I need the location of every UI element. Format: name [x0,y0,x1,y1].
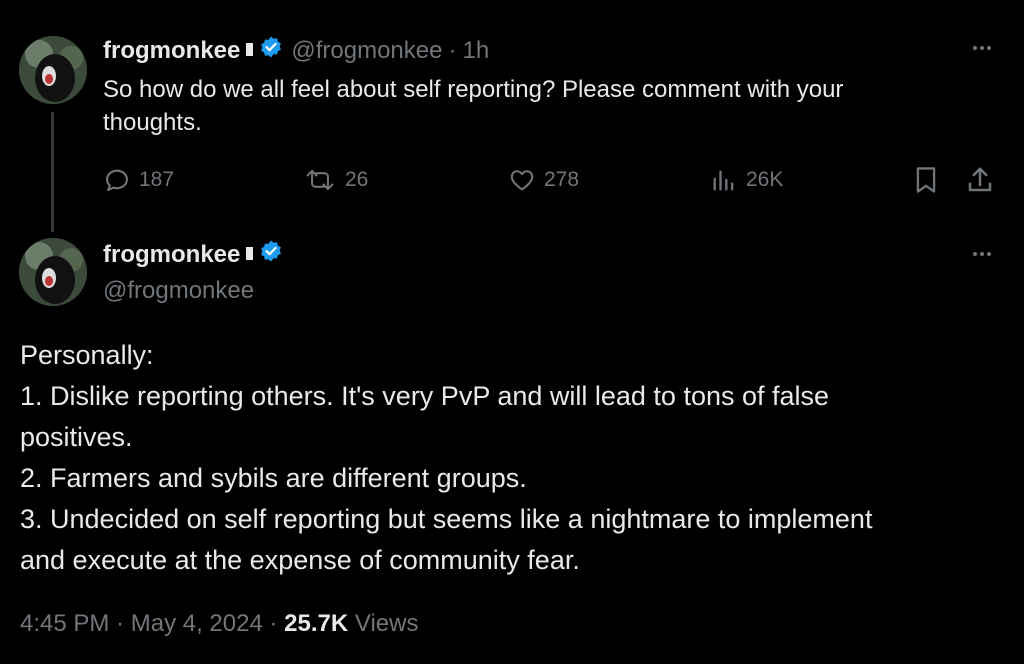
verified-badge-icon[interactable] [259,35,283,64]
tweet-text-line: Personally: [20,340,154,370]
parent-tweet-text: So how do we all feel about self reporti… [103,73,983,139]
separator-dot: · [269,610,278,637]
views-button[interactable]: 26K [710,166,783,194]
views-label: Views [354,610,419,637]
reply-icon [106,169,128,191]
retweet-button[interactable]: 26 [303,166,368,194]
bookmark-icon [916,167,936,193]
reply-tweet-text: Personally: 1. Dislike reporting others.… [20,335,1010,581]
avatar[interactable] [19,36,87,104]
parent-tweet-header: frogmonkee @frogmonkee · 1h [103,36,489,66]
like-icon [510,170,534,191]
display-name[interactable]: frogmonkee [103,37,240,65]
tweet-text-line: and execute at the expense of community … [20,545,580,575]
more-options-icon[interactable] [970,36,994,66]
like-count: 278 [544,168,580,191]
retweet-count: 26 [345,168,369,191]
square-emoji-icon [246,42,254,56]
like-button[interactable]: 278 [508,166,579,194]
reply-count: 187 [139,168,175,191]
views-total: 25.7K [284,610,349,637]
views-icon [713,170,734,191]
reply-button[interactable]: 187 [103,166,174,194]
display-name[interactable]: frogmonkee [103,241,240,269]
avatar-image [19,238,87,306]
post-time[interactable]: 4:45 PM [20,610,109,637]
views-count: 26K [746,168,784,191]
verified-badge-icon[interactable] [259,239,283,268]
tweet-meta: 4:45 PM · May 4, 2024 · 25.7K Views [20,610,418,638]
reply-tweet-header: frogmonkee [103,240,283,270]
avatar-image [19,36,87,104]
share-icon [968,167,992,192]
share-button[interactable] [965,165,995,200]
retweet-icon [306,169,334,191]
tweet-text-line: 2. Farmers and sybils are different grou… [20,463,527,493]
tweet-text-line: thoughts. [103,109,202,136]
handle[interactable]: @frogmonkee [103,277,254,305]
avatar[interactable] [19,238,87,306]
square-emoji-icon [246,246,254,260]
bookmark-button[interactable] [912,165,940,200]
separator-dot: · [116,610,125,637]
separator-dot: · [448,37,457,64]
tweet-text-line: 3. Undecided on self reporting but seems… [20,504,873,534]
tweet-text-line: So how do we all feel about self reporti… [103,76,844,103]
handle[interactable]: @frogmonkee [291,37,442,65]
tweet-text-line: positives. [20,422,133,452]
thread-connector [51,112,54,232]
post-date[interactable]: May 4, 2024 [131,610,263,637]
more-options-icon[interactable] [970,242,994,272]
timestamp[interactable]: 1h [462,37,489,65]
tweet-text-line: 1. Dislike reporting others. It's very P… [20,381,830,411]
